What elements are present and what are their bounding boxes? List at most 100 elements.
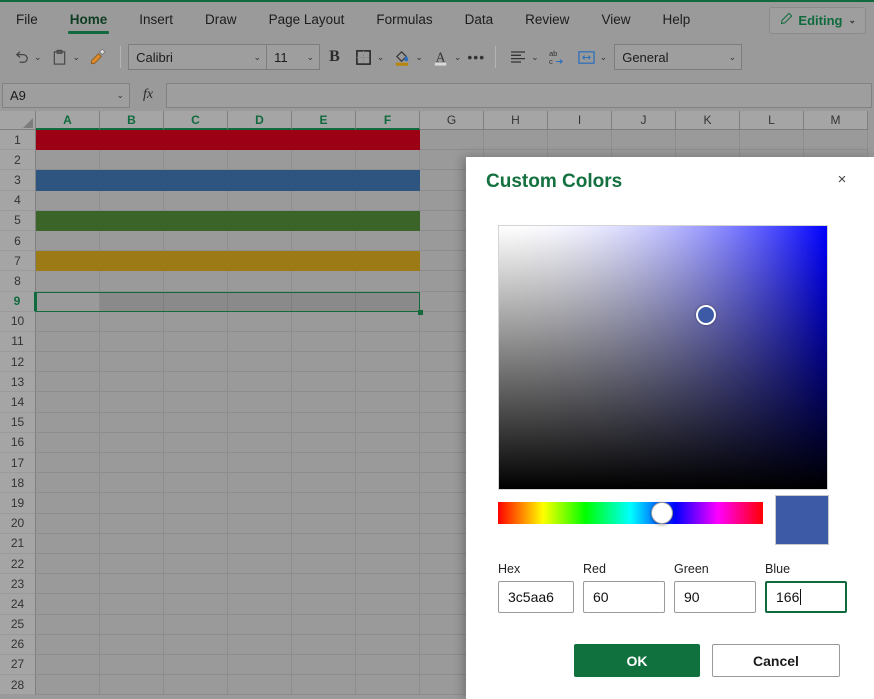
cell-D26[interactable]	[228, 635, 292, 655]
cell-F22[interactable]	[356, 554, 420, 574]
red-field[interactable]: 60	[583, 581, 665, 613]
ribbon-tab-page-layout[interactable]: Page Layout	[253, 1, 361, 37]
cell-E24[interactable]	[292, 594, 356, 614]
ribbon-tab-data[interactable]: Data	[449, 1, 510, 37]
saturation-value-picker[interactable]	[498, 225, 828, 490]
cell-F23[interactable]	[356, 574, 420, 594]
cell-E13[interactable]	[292, 372, 356, 392]
cell-F27[interactable]	[356, 655, 420, 675]
cell-E1[interactable]	[292, 130, 356, 150]
cell-B24[interactable]	[100, 594, 164, 614]
cell-D20[interactable]	[228, 514, 292, 534]
cell-F6[interactable]	[356, 231, 420, 251]
cell-C28[interactable]	[164, 675, 228, 695]
green-field[interactable]: 90	[674, 581, 756, 613]
cell-E26[interactable]	[292, 635, 356, 655]
ribbon-tab-help[interactable]: Help	[646, 1, 706, 37]
cell-F11[interactable]	[356, 332, 420, 352]
cell-C21[interactable]	[164, 534, 228, 554]
cell-C2[interactable]	[164, 150, 228, 170]
cell-C6[interactable]	[164, 231, 228, 251]
row-header-13[interactable]: 13	[0, 372, 36, 392]
cell-B13[interactable]	[100, 372, 164, 392]
cell-E25[interactable]	[292, 615, 356, 635]
cell-D21[interactable]	[228, 534, 292, 554]
cell-C19[interactable]	[164, 493, 228, 513]
row-header-1[interactable]: 1	[0, 130, 36, 150]
cell-E11[interactable]	[292, 332, 356, 352]
cell-B28[interactable]	[100, 675, 164, 695]
paste-button[interactable]: ⌄	[45, 42, 84, 72]
cell-F4[interactable]	[356, 191, 420, 211]
cell-B14[interactable]	[100, 392, 164, 412]
cell-E6[interactable]	[292, 231, 356, 251]
select-all-corner[interactable]	[0, 111, 36, 130]
ribbon-tab-home[interactable]: Home	[54, 1, 124, 37]
cell-C7[interactable]	[164, 251, 228, 271]
cell-D16[interactable]	[228, 433, 292, 453]
cell-A20[interactable]	[36, 514, 100, 534]
cell-E10[interactable]	[292, 312, 356, 332]
insert-function-icon[interactable]: fx	[130, 83, 166, 108]
font-name-select[interactable]: Calibri ⌄	[129, 45, 267, 69]
cell-B8[interactable]	[100, 271, 164, 291]
column-header-K[interactable]: K	[676, 111, 740, 130]
cell-E27[interactable]	[292, 655, 356, 675]
cell-F20[interactable]	[356, 514, 420, 534]
cell-E7[interactable]	[292, 251, 356, 271]
cell-B10[interactable]	[100, 312, 164, 332]
cell-A26[interactable]	[36, 635, 100, 655]
cell-D12[interactable]	[228, 352, 292, 372]
more-options-button[interactable]: •••	[464, 42, 488, 72]
row-header-7[interactable]: 7	[0, 251, 36, 271]
row-header-16[interactable]: 16	[0, 433, 36, 453]
borders-button[interactable]: ⌄	[349, 42, 388, 72]
cell-K1[interactable]	[676, 130, 740, 150]
cell-E20[interactable]	[292, 514, 356, 534]
cell-A28[interactable]	[36, 675, 100, 695]
cell-F5[interactable]	[356, 211, 420, 231]
font-color-button[interactable]: A ⌄	[426, 42, 465, 72]
cell-A24[interactable]	[36, 594, 100, 614]
cell-C5[interactable]	[164, 211, 228, 231]
picker-handle[interactable]	[696, 305, 716, 325]
cell-E3[interactable]	[292, 170, 356, 190]
cell-C20[interactable]	[164, 514, 228, 534]
cell-C12[interactable]	[164, 352, 228, 372]
cell-A22[interactable]	[36, 554, 100, 574]
cell-M1[interactable]	[804, 130, 868, 150]
cell-A13[interactable]	[36, 372, 100, 392]
cell-E21[interactable]	[292, 534, 356, 554]
cell-C10[interactable]	[164, 312, 228, 332]
cell-C27[interactable]	[164, 655, 228, 675]
cell-A2[interactable]	[36, 150, 100, 170]
cell-J1[interactable]	[612, 130, 676, 150]
row-header-4[interactable]: 4	[0, 191, 36, 211]
cell-F17[interactable]	[356, 453, 420, 473]
font-size-select[interactable]: 11 ⌄	[267, 45, 319, 69]
ok-button[interactable]: OK	[574, 644, 700, 677]
cell-A18[interactable]	[36, 473, 100, 493]
cell-B15[interactable]	[100, 413, 164, 433]
cell-B20[interactable]	[100, 514, 164, 534]
row-header-3[interactable]: 3	[0, 170, 36, 190]
cell-B12[interactable]	[100, 352, 164, 372]
cell-B25[interactable]	[100, 615, 164, 635]
cell-D22[interactable]	[228, 554, 292, 574]
row-header-19[interactable]: 19	[0, 493, 36, 513]
column-header-J[interactable]: J	[612, 111, 676, 130]
cell-E14[interactable]	[292, 392, 356, 412]
cell-A19[interactable]	[36, 493, 100, 513]
cell-E4[interactable]	[292, 191, 356, 211]
cell-D19[interactable]	[228, 493, 292, 513]
name-box[interactable]: A9 ⌄	[2, 83, 130, 108]
cell-F8[interactable]	[356, 271, 420, 291]
column-header-H[interactable]: H	[484, 111, 548, 130]
cell-F15[interactable]	[356, 413, 420, 433]
cell-B23[interactable]	[100, 574, 164, 594]
row-header-21[interactable]: 21	[0, 534, 36, 554]
cell-B26[interactable]	[100, 635, 164, 655]
row-header-26[interactable]: 26	[0, 635, 36, 655]
cell-D25[interactable]	[228, 615, 292, 635]
cell-B3[interactable]	[100, 170, 164, 190]
